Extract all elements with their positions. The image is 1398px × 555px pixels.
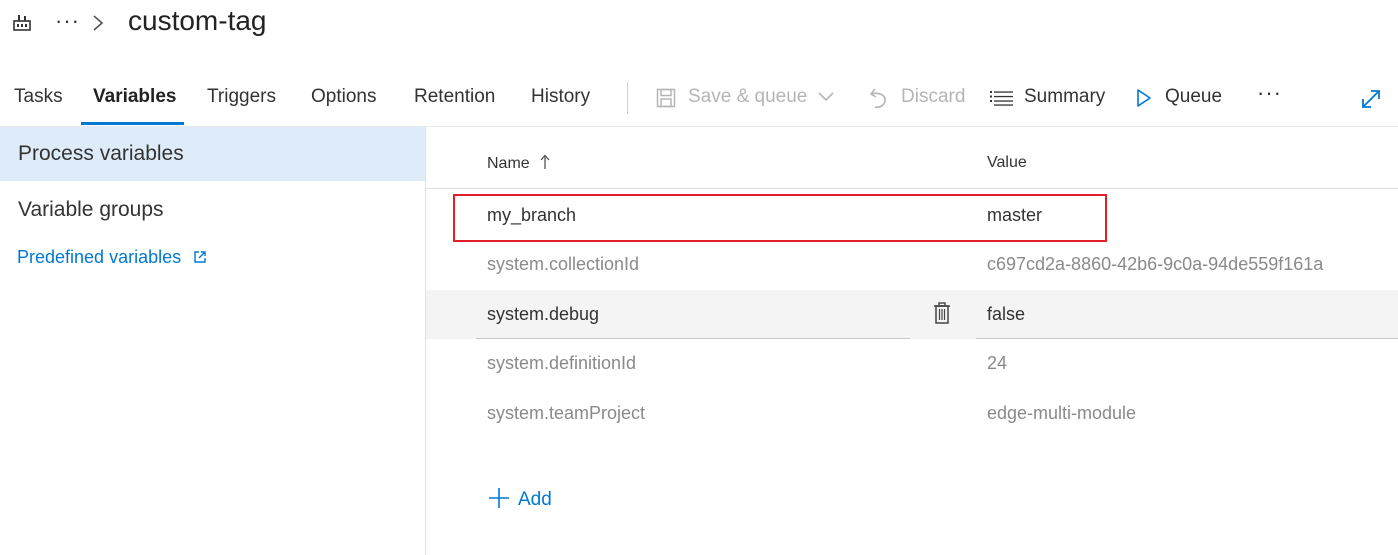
more-actions-button[interactable]: ···: [1257, 80, 1282, 106]
highlight-annotation: [453, 194, 1107, 242]
tab-variables[interactable]: Variables: [93, 86, 176, 108]
tab-history[interactable]: History: [531, 86, 590, 108]
build-pipeline-icon: [13, 15, 31, 31]
chevron-right-icon: [93, 15, 104, 31]
undo-icon: [869, 88, 886, 109]
nav-variable-groups[interactable]: Variable groups: [0, 183, 425, 237]
summary-label: Summary: [1024, 86, 1106, 107]
toolbar-divider: [627, 82, 628, 114]
summary-button[interactable]: Summary: [990, 86, 1105, 108]
table-row: system.collectionId c697cd2a-8860-42b6-9…: [426, 240, 1398, 289]
predefined-variables-link[interactable]: Predefined variables: [17, 247, 206, 268]
variables-nav-panel: Process variables Variable groups Predef…: [0, 127, 426, 555]
page-header: ··· custom-tag: [0, 0, 1398, 56]
tab-tasks[interactable]: Tasks: [14, 86, 63, 108]
tab-triggers[interactable]: Triggers: [207, 86, 276, 108]
variable-name: system.teamProject: [487, 403, 646, 423]
queue-label: Queue: [1165, 86, 1223, 107]
expand-icon[interactable]: [1360, 88, 1382, 110]
save-and-queue-button[interactable]: Save & queue: [656, 86, 834, 108]
list-icon: [990, 91, 1013, 106]
tab-options[interactable]: Options: [311, 86, 376, 108]
predefined-variables-label: Predefined variables: [17, 247, 182, 267]
discard-label: Discard: [901, 86, 966, 107]
table-row: system.definitionId 24: [426, 339, 1398, 388]
variable-name: system.definitionId: [487, 353, 637, 373]
variable-name: system.collectionId: [487, 254, 640, 274]
name-column-header[interactable]: Name: [487, 154, 550, 173]
variable-value[interactable]: false: [987, 304, 1025, 325]
add-variable-button[interactable]: Add: [488, 487, 552, 511]
plus-icon: [489, 488, 509, 508]
active-tab-indicator: [81, 122, 184, 125]
tab-bar: Tasks Variables Triggers Options Retenti…: [0, 72, 1398, 127]
name-column-label: Name: [487, 155, 530, 172]
tab-retention[interactable]: Retention: [414, 86, 495, 108]
chevron-down-icon: [818, 92, 834, 102]
value-column-header[interactable]: Value: [987, 154, 1027, 172]
breadcrumb-more-button[interactable]: ···: [55, 8, 80, 34]
variables-grid: Name Value my_branch master system.colle…: [426, 127, 1398, 555]
save-and-queue-label: Save & queue: [688, 86, 808, 107]
queue-button[interactable]: Queue: [1136, 86, 1222, 108]
sort-ascending-icon: [540, 154, 550, 169]
nav-process-variables[interactable]: Process variables: [0, 127, 425, 181]
grid-header: Name Value: [426, 127, 1398, 189]
table-row: system.teamProject edge-multi-module: [426, 389, 1398, 438]
trash-icon[interactable]: [933, 302, 951, 324]
table-row[interactable]: system.debug false: [426, 290, 1398, 339]
discard-button[interactable]: Discard: [869, 86, 966, 109]
play-icon: [1137, 89, 1151, 107]
variable-value: c697cd2a-8860-42b6-9c0a-94de559f161a: [987, 254, 1324, 274]
external-link-icon: [194, 251, 206, 263]
page-title: custom-tag: [128, 5, 267, 36]
variable-value: 24: [987, 353, 1008, 373]
variable-value: edge-multi-module: [987, 403, 1137, 423]
save-icon: [656, 88, 676, 108]
add-label: Add: [518, 489, 552, 510]
variable-name[interactable]: system.debug: [487, 304, 599, 325]
